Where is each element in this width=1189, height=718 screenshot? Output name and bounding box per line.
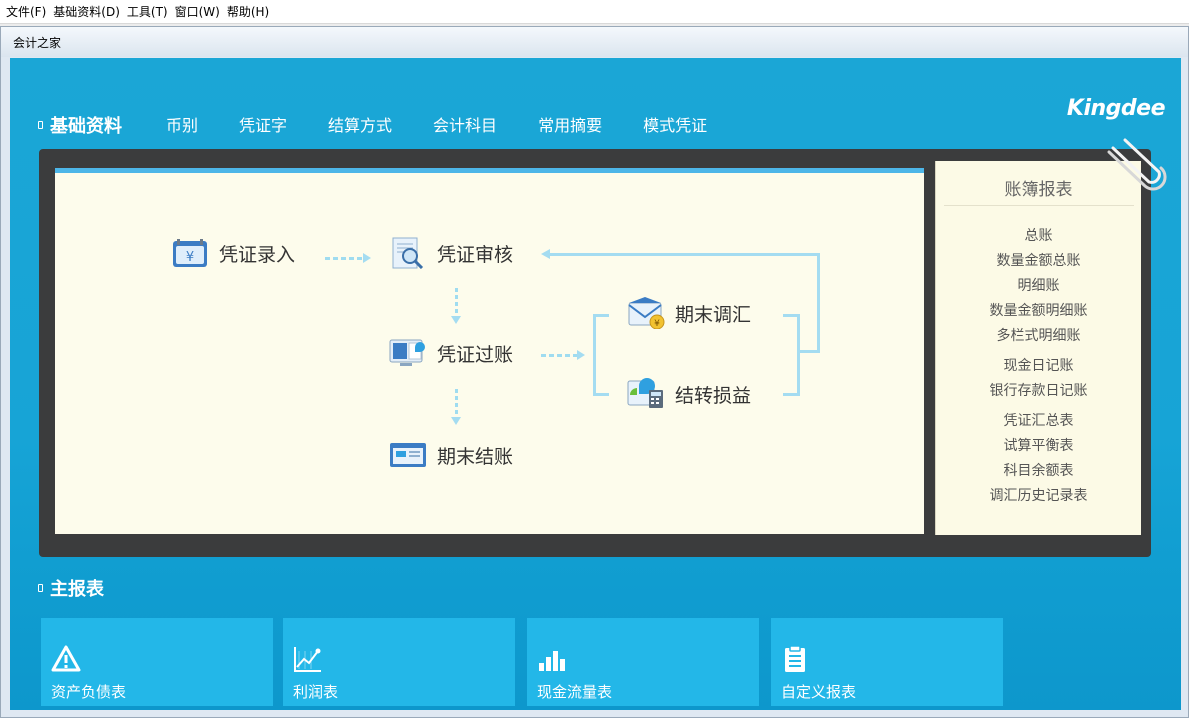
arrowhead [541,249,550,259]
cash-flow-card[interactable]: 现金流量表 [527,618,759,706]
bracket-right [797,350,819,353]
connector-posting-close [455,389,458,419]
bullet-icon [38,584,43,592]
link-general-ledger[interactable]: 总账 [936,225,1141,245]
balance-sheet-card[interactable]: 资产负债表 [41,618,273,706]
menu-tools[interactable]: 工具(T) [125,3,173,20]
link-quantity-amount-detail[interactable]: 数量金额明细账 [936,300,1141,320]
main-window: 会计之家 基础资料 币别 凭证字 结算方式 会计科目 常用摘要 模式凭证 Kin… [0,26,1189,718]
paperclip-icon [1107,138,1167,191]
arrowhead [363,253,371,263]
menu-window[interactable]: 窗口(W) [173,3,225,20]
main-reports-heading: 主报表 [38,575,104,601]
income-statement-card[interactable]: 利润表 [283,618,515,706]
tab-template-voucher[interactable]: 模式凭证 [643,112,707,136]
svg-text:¥: ¥ [654,319,660,329]
link-cash-journal[interactable]: 现金日记账 [936,355,1141,375]
period-close-icon [390,443,426,467]
menu-bar: 文件(F) 基础资料(D) 工具(T) 窗口(W) 帮助(H) [0,0,1189,24]
bracket-right [783,393,799,396]
tab-accounts[interactable]: 会计科目 [433,112,497,136]
tab-settlement-method[interactable]: 结算方式 [328,112,392,136]
return-line [817,253,820,353]
bracket-left [593,393,609,396]
voucher-audit-button[interactable]: 凭证审核 [389,237,513,269]
tab-common-summary[interactable]: 常用摘要 [538,112,602,136]
bar-chart-icon [539,651,565,671]
link-quantity-amount-ledger[interactable]: 数量金额总账 [936,250,1141,270]
bracket-right [797,314,800,396]
line-chart-icon [294,647,321,672]
workflow-board: ¥ 凭证录入 凭证审核 凭证过账 期末结账 ¥ 期末调汇 结转损益 账簿报表 总… [39,149,1151,557]
calculator-chart-icon [627,378,663,408]
connector-entry-audit [325,257,365,260]
custom-report-card[interactable]: 自定义报表 [771,618,1003,706]
link-detail-ledger[interactable]: 明细账 [936,275,1141,295]
clipboard-icon [785,645,805,672]
ledger-reports-panel: 账簿报表 总账 数量金额总账 明细账 数量金额明细账 多栏式明细账 现金日记账 … [935,161,1141,535]
basic-data-tabs: 币别 凭证字 结算方式 会计科目 常用摘要 模式凭证 [166,112,748,136]
warning-triangle-icon [51,645,81,672]
income-statement-label: 利润表 [293,683,339,701]
period-close-button[interactable]: 期末结账 [389,439,513,471]
period-adjust-label: 期末调汇 [675,303,752,326]
custom-report-label: 自定义报表 [781,683,857,701]
connector-audit-posting [455,288,458,318]
menu-basic-data[interactable]: 基础资料(D) [51,3,125,20]
link-bank-journal[interactable]: 银行存款日记账 [936,380,1141,400]
bullet-icon [38,121,43,129]
arrowhead [577,350,585,360]
voucher-entry-icon: ¥ [173,239,207,267]
svg-text:¥: ¥ [186,250,194,265]
voucher-entry-button[interactable]: ¥ 凭证录入 [171,237,295,269]
voucher-entry-label: 凭证录入 [219,243,296,266]
home-stage: 基础资料 币别 凭证字 结算方式 会计科目 常用摘要 模式凭证 Kingdee [10,58,1181,710]
envelope-icon: ¥ [628,297,665,329]
divider [944,205,1134,206]
link-account-balance[interactable]: 科目余额表 [936,460,1141,480]
arrowhead [451,417,461,425]
voucher-posting-label: 凭证过账 [437,343,514,366]
window-title: 会计之家 [1,27,1188,57]
transfer-pl-button[interactable]: 结转损益 [627,378,751,410]
basic-data-heading: 基础资料 [38,112,122,138]
cash-flow-label: 现金流量表 [537,683,613,701]
voucher-audit-label: 凭证审核 [437,243,514,266]
period-adjust-button[interactable]: ¥ 期末调汇 [627,297,751,329]
connector-posting-branch [541,354,579,357]
basic-data-title: 基础资料 [50,116,122,137]
arrowhead [451,316,461,324]
link-voucher-summary[interactable]: 凭证汇总表 [936,410,1141,430]
menu-file[interactable]: 文件(F) [4,3,51,20]
menu-help[interactable]: 帮助(H) [225,3,274,20]
voucher-posting-icon [389,339,425,366]
kingdee-logo: Kingdee [1066,96,1166,121]
bracket-left [593,314,596,396]
link-multi-column-detail[interactable]: 多栏式明细账 [936,325,1141,345]
tab-currency[interactable]: 币别 [166,112,198,136]
balance-sheet-label: 资产负债表 [51,683,127,701]
bracket-left [593,314,609,317]
period-close-label: 期末结账 [437,445,514,468]
return-line [549,253,820,256]
voucher-audit-icon [392,237,424,269]
voucher-posting-button[interactable]: 凭证过账 [389,337,513,369]
transfer-pl-label: 结转损益 [675,384,752,407]
link-exchange-history[interactable]: 调汇历史记录表 [936,485,1141,505]
link-trial-balance[interactable]: 试算平衡表 [936,435,1141,455]
tab-voucher-word[interactable]: 凭证字 [239,112,287,136]
workflow-panel: ¥ 凭证录入 凭证审核 凭证过账 期末结账 ¥ 期末调汇 结转损益 [55,168,924,534]
main-reports-title: 主报表 [50,579,104,600]
